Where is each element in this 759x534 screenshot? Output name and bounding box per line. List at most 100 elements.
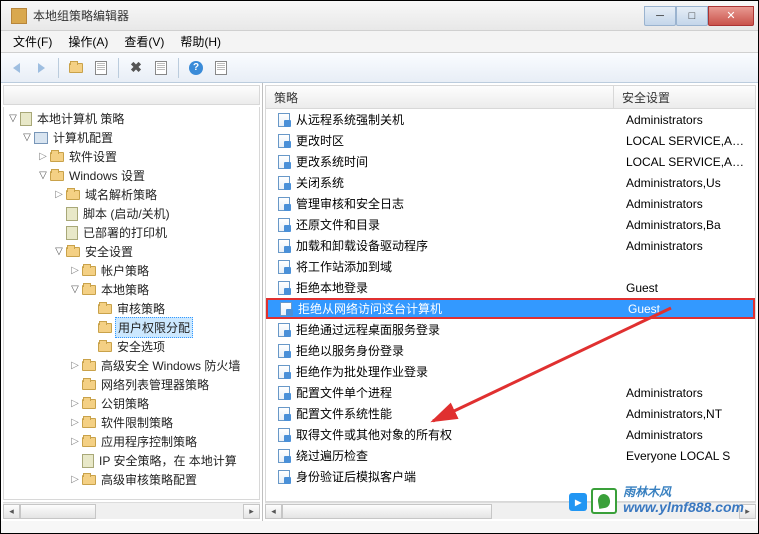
list-row[interactable]: 拒绝本地登录Guest [266, 277, 755, 298]
list-row[interactable]: 将工作站添加到域 [266, 256, 755, 277]
folder-icon [82, 361, 96, 371]
list-row[interactable]: 绕过遍历检查Everyone LOCAL S [266, 445, 755, 466]
security-setting: LOCAL SERVICE,A… [626, 134, 755, 148]
tree-software-restrict[interactable]: 软件限制策略 [4, 413, 259, 432]
policy-tree[interactable]: 本地计算机 策略 计算机配置 软件设置 Windows 设置 域名解析策略 脚本… [3, 107, 260, 500]
printer-icon [66, 226, 78, 240]
menu-view[interactable]: 查看(V) [116, 31, 172, 52]
delete-button[interactable]: ✖ [125, 57, 147, 79]
folder-icon [50, 152, 64, 162]
list-row[interactable]: 拒绝作为批处理作业登录 [266, 361, 755, 382]
tree-windows-settings[interactable]: Windows 设置 [4, 166, 259, 185]
menu-action[interactable]: 操作(A) [60, 31, 116, 52]
tree-security-options[interactable]: 安全选项 [4, 337, 259, 356]
list-row[interactable]: 关闭系统Administrators,Us [266, 172, 755, 193]
list-row[interactable]: 管理审核和安全日志Administrators [266, 193, 755, 214]
expand-icon[interactable] [52, 189, 66, 200]
policy-item-icon [276, 196, 292, 212]
tree-root[interactable]: 本地计算机 策略 [4, 109, 259, 128]
tree-adv-firewall[interactable]: 高级安全 Windows 防火墙 [4, 356, 259, 375]
list-row[interactable]: 配置文件系统性能Administrators,NT [266, 403, 755, 424]
list-row[interactable]: 拒绝从网络访问这台计算机Guest [266, 298, 755, 319]
expand-icon[interactable] [20, 132, 34, 143]
expand-icon[interactable] [68, 284, 82, 295]
tree-public-key[interactable]: 公钥策略 [4, 394, 259, 413]
list-row[interactable]: 加载和卸载设备驱动程序Administrators [266, 235, 755, 256]
back-button[interactable] [5, 57, 27, 79]
list-row[interactable]: 还原文件和目录Administrators,Ba [266, 214, 755, 235]
tree-network-list[interactable]: 网络列表管理器策略 [4, 375, 259, 394]
expand-icon[interactable] [68, 436, 82, 447]
scroll-left-button[interactable]: ◂ [3, 504, 20, 519]
tree-ip-security[interactable]: IP 安全策略，在 本地计算 [4, 451, 259, 470]
tree-adv-audit[interactable]: 高级审核策略配置 [4, 470, 259, 489]
help-button[interactable]: ? [185, 57, 207, 79]
minimize-button[interactable]: ─ [644, 6, 676, 26]
tree-security-settings[interactable]: 安全设置 [4, 242, 259, 261]
policy-item-icon [276, 364, 292, 380]
watermark-logo-icon [591, 488, 617, 514]
tree-label: 软件限制策略 [99, 413, 175, 432]
scroll-thumb[interactable] [20, 504, 96, 519]
tree-app-control[interactable]: 应用程序控制策略 [4, 432, 259, 451]
list-row[interactable]: 身份验证后模拟客户端 [266, 466, 755, 487]
scroll-left-button[interactable]: ◂ [265, 504, 282, 519]
list-row[interactable]: 配置文件单个进程Administrators [266, 382, 755, 403]
column-policy[interactable]: 策略 [266, 86, 614, 108]
list-row[interactable]: 从远程系统强制关机Administrators [266, 109, 755, 130]
list-row[interactable]: 拒绝通过远程桌面服务登录 [266, 319, 755, 340]
expand-icon[interactable] [68, 474, 82, 485]
maximize-button[interactable]: □ [676, 6, 708, 26]
policy-item-icon [276, 448, 292, 464]
menu-help[interactable]: 帮助(H) [172, 31, 229, 52]
show-hide-tree-button[interactable] [90, 57, 112, 79]
sheet-icon [95, 61, 107, 75]
arrow-left-icon [13, 63, 20, 73]
list-row[interactable]: 取得文件或其他对象的所有权Administrators [266, 424, 755, 445]
close-button[interactable]: ✕ [708, 6, 754, 26]
tree-dns-policy[interactable]: 域名解析策略 [4, 185, 259, 204]
expand-icon[interactable] [52, 246, 66, 257]
list-row[interactable]: 拒绝以服务身份登录 [266, 340, 755, 361]
expand-icon[interactable] [36, 170, 50, 181]
folder-icon [82, 285, 96, 295]
tree-account-policies[interactable]: 帐户策略 [4, 261, 259, 280]
folder-icon [82, 399, 96, 409]
tree-hscrollbar[interactable]: ◂ ▸ [3, 502, 260, 519]
tree-label: 本地策略 [99, 280, 151, 299]
expand-icon[interactable] [68, 360, 82, 371]
tree-scripts[interactable]: 脚本 (启动/关机) [4, 204, 259, 223]
up-folder-button[interactable] [65, 57, 87, 79]
policy-item-icon [276, 427, 292, 443]
list-icon [215, 61, 227, 75]
expand-icon[interactable] [36, 151, 50, 162]
list-header: 策略 安全设置 [265, 85, 756, 109]
policy-name: 配置文件单个进程 [296, 384, 626, 401]
expand-icon[interactable] [68, 265, 82, 276]
expand-icon[interactable] [6, 113, 20, 124]
policy-item-icon [276, 259, 292, 275]
export-list-button[interactable] [210, 57, 232, 79]
properties-button[interactable] [150, 57, 172, 79]
policy-list[interactable]: 从远程系统强制关机Administrators更改时区LOCAL SERVICE… [265, 109, 756, 502]
scroll-thumb[interactable] [282, 504, 492, 519]
column-security-setting[interactable]: 安全设置 [614, 86, 755, 108]
tree-software-settings[interactable]: 软件设置 [4, 147, 259, 166]
tree-printers[interactable]: 已部署的打印机 [4, 223, 259, 242]
expand-icon[interactable] [68, 417, 82, 428]
tree-computer-config[interactable]: 计算机配置 [4, 128, 259, 147]
tree-label: 安全选项 [115, 337, 167, 356]
list-row[interactable]: 更改时区LOCAL SERVICE,A… [266, 130, 755, 151]
tree-user-rights[interactable]: 用户权限分配 [4, 318, 259, 337]
toolbar-separator [178, 58, 179, 78]
watermark-brand: 雨林木风 [623, 486, 744, 499]
tree-label: 软件设置 [67, 147, 119, 166]
script-icon [66, 207, 78, 221]
tree-local-policies[interactable]: 本地策略 [4, 280, 259, 299]
expand-icon[interactable] [68, 398, 82, 409]
menu-file[interactable]: 文件(F) [5, 31, 60, 52]
list-row[interactable]: 更改系统时间LOCAL SERVICE,A… [266, 151, 755, 172]
forward-button[interactable] [30, 57, 52, 79]
scroll-right-button[interactable]: ▸ [243, 504, 260, 519]
tree-audit-policy[interactable]: 审核策略 [4, 299, 259, 318]
